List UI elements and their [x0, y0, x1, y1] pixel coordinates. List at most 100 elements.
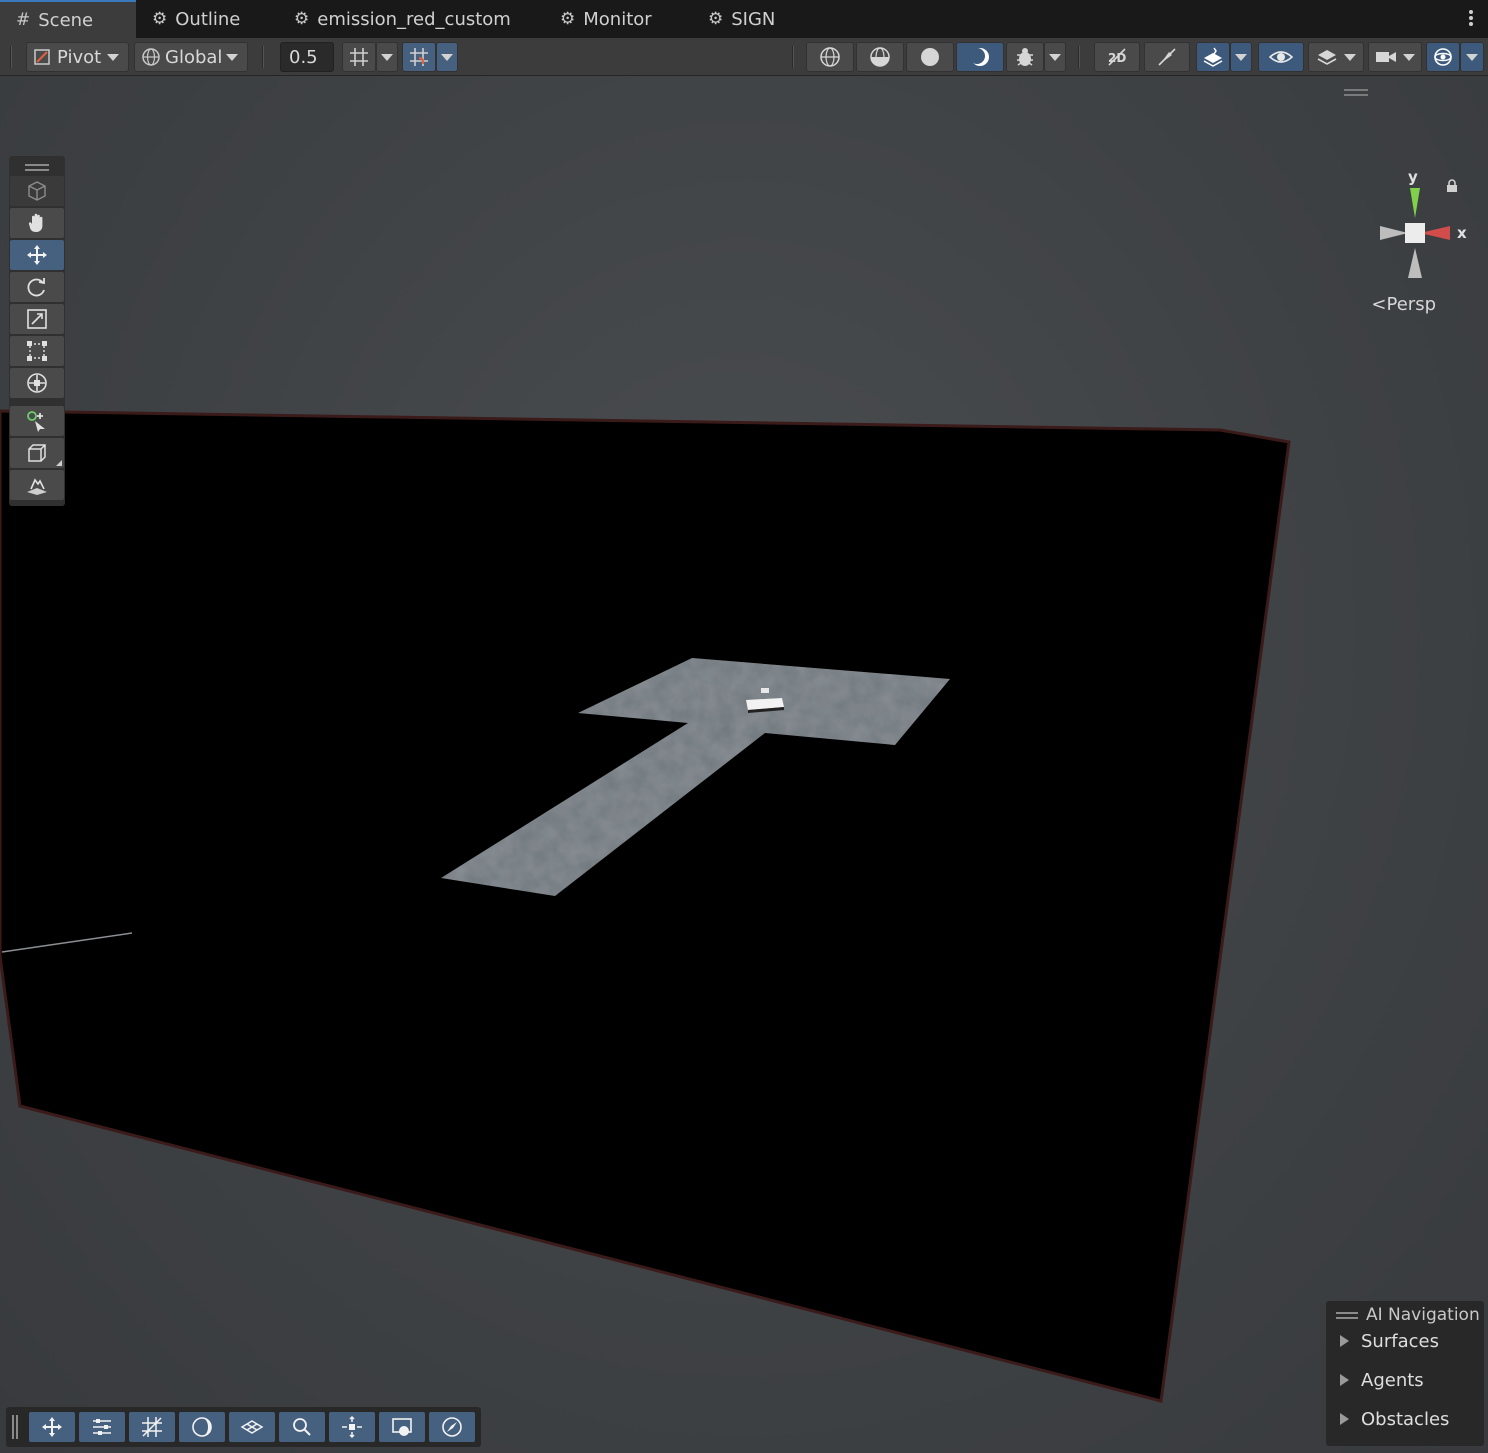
scene-effects-dropdown[interactable] — [1230, 42, 1252, 72]
gizmos-dropdown[interactable] — [1460, 42, 1484, 72]
overlay-grip[interactable] — [12, 1415, 18, 1439]
lock-icon[interactable] — [1446, 178, 1458, 197]
projection-toggle[interactable]: <Persp — [1371, 294, 1436, 315]
ai-nav-item-label: Agents — [1361, 1369, 1424, 1391]
tab-monitor[interactable]: ⚙ Monitor — [560, 0, 652, 38]
terrain-tool-button[interactable] — [10, 470, 64, 500]
global-dropdown[interactable]: Global — [134, 42, 248, 72]
sliders-icon — [93, 1419, 111, 1435]
scene-toolbar: Pivot Global 0.5 2D — [0, 38, 1488, 76]
chevron-down-icon — [1049, 53, 1061, 61]
increment-snap-dropdown[interactable] — [436, 42, 458, 72]
view-options-button[interactable] — [79, 1412, 125, 1442]
scene-viewport[interactable]: y x <Persp — [0, 76, 1488, 1453]
separator — [792, 46, 794, 68]
tab-sign-label: SIGN — [731, 8, 776, 30]
chevron-down-icon — [1344, 53, 1356, 61]
increment-snap-toggle[interactable] — [402, 42, 436, 72]
neg-y-axis-cone[interactable] — [1408, 248, 1422, 278]
tab-scene-label: Scene — [38, 9, 94, 31]
tab-outline[interactable]: ⚙ Outline — [152, 0, 240, 38]
wireframe-draw-mode-button[interactable] — [806, 42, 854, 72]
center-cube[interactable] — [1405, 223, 1425, 243]
rotate-icon — [27, 278, 45, 297]
x-axis-label: x — [1457, 224, 1467, 242]
palette-grip[interactable] — [9, 160, 65, 174]
probuilder-tool-button[interactable] — [10, 438, 64, 468]
tab-scene[interactable]: # Scene — [0, 0, 136, 38]
ai-nav-item-agents[interactable]: Agents — [1340, 1368, 1424, 1392]
move-tool-button[interactable] — [10, 240, 64, 270]
scene-visibility-toggle[interactable] — [1258, 42, 1304, 72]
camera-preview-icon — [392, 1418, 412, 1436]
camera-overlay-button[interactable] — [379, 1412, 425, 1442]
scale-tool-button[interactable] — [10, 304, 64, 334]
unlit-overlay-button[interactable] — [179, 1412, 225, 1442]
hand-tool-button[interactable] — [10, 208, 64, 238]
ai-nav-item-label: Obstacles — [1361, 1408, 1450, 1430]
ai-nav-item-obstacles[interactable]: Obstacles — [1340, 1407, 1449, 1431]
more-options-icon[interactable] — [1468, 8, 1474, 28]
gizmo-globe-icon — [1434, 48, 1452, 66]
compass-button[interactable] — [429, 1412, 475, 1442]
ground-plane[interactable] — [0, 409, 1291, 1403]
grid-visibility-button[interactable] — [129, 1412, 175, 1442]
moon-icon — [192, 1417, 212, 1437]
snap-increment-field[interactable]: 0.5 — [280, 42, 334, 72]
2d-toggle-button[interactable]: 2D — [1094, 42, 1140, 72]
ai-navigation-header[interactable]: AI Navigation — [1336, 1304, 1480, 1326]
terrain-icon — [27, 478, 47, 495]
gizmo-drag-handle[interactable] — [1344, 89, 1368, 91]
y-axis-cone[interactable] — [1410, 188, 1420, 218]
unlit-draw-mode-button[interactable] — [956, 42, 1004, 72]
scene-lighting-toggle[interactable] — [1144, 42, 1190, 72]
toolbar-grip — [10, 46, 12, 68]
move-arrows-icon — [42, 1417, 62, 1437]
box-edit-icon — [28, 444, 46, 462]
prefab-icon: ⚙ — [560, 9, 576, 29]
shaded-wireframe-draw-mode-button[interactable] — [856, 42, 904, 72]
transform-tool-button[interactable] — [10, 368, 64, 398]
scene-effects-toggle[interactable] — [1196, 42, 1230, 72]
camera-settings-dropdown[interactable] — [1368, 42, 1422, 72]
pivot-icon — [34, 49, 50, 65]
snap-value: 0.5 — [289, 46, 318, 68]
navmesh-display-button[interactable] — [229, 1412, 275, 1442]
tool-settings-button[interactable] — [29, 1412, 75, 1442]
prefab-icon: ⚙ — [152, 9, 168, 29]
eye-icon — [1269, 51, 1293, 63]
view-tool-cube-button[interactable] — [10, 176, 64, 206]
snap-center-icon — [342, 1415, 362, 1439]
rect-tool-button[interactable] — [10, 336, 64, 366]
pivot-label: Pivot — [57, 46, 102, 68]
grid-snap-dropdown[interactable] — [376, 42, 398, 72]
tab-monitor-label: Monitor — [583, 8, 652, 30]
drag-handle-icon — [1336, 1312, 1358, 1314]
scale-icon — [27, 309, 47, 329]
draw-mode-dropdown[interactable] — [1044, 42, 1066, 72]
tab-emission-label: emission_red_custom — [317, 8, 511, 30]
neg-x-axis-cone[interactable] — [1380, 226, 1408, 240]
pivot-snap-button[interactable] — [329, 1412, 375, 1442]
compass-icon — [442, 1417, 462, 1437]
ai-nav-item-surfaces[interactable]: Surfaces — [1340, 1329, 1439, 1353]
snap-magnet-icon — [410, 48, 428, 66]
debug-draw-mode-button[interactable] — [1006, 42, 1044, 72]
layers-dropdown[interactable] — [1308, 42, 1364, 72]
ai-navigation-title: AI Navigation — [1366, 1305, 1480, 1325]
grid-snap-button[interactable] — [342, 42, 376, 72]
layers-effects-icon — [1203, 47, 1223, 67]
pivot-dropdown[interactable]: Pivot — [26, 42, 129, 72]
separator — [1078, 46, 1080, 68]
expand-arrow-icon — [1340, 1413, 1349, 1425]
create-object-tool-button[interactable] — [10, 406, 64, 436]
rotate-tool-button[interactable] — [10, 272, 64, 302]
grid-snap-icon — [350, 48, 368, 66]
2d-view-icon: 2D — [1108, 48, 1126, 66]
chevron-down-icon — [1466, 53, 1478, 61]
gizmos-toggle[interactable] — [1426, 42, 1460, 72]
search-button[interactable] — [279, 1412, 325, 1442]
tab-sign[interactable]: ⚙ SIGN — [708, 0, 775, 38]
shaded-draw-mode-button[interactable] — [906, 42, 954, 72]
tab-emission-red-custom[interactable]: ⚙ emission_red_custom — [294, 0, 511, 38]
